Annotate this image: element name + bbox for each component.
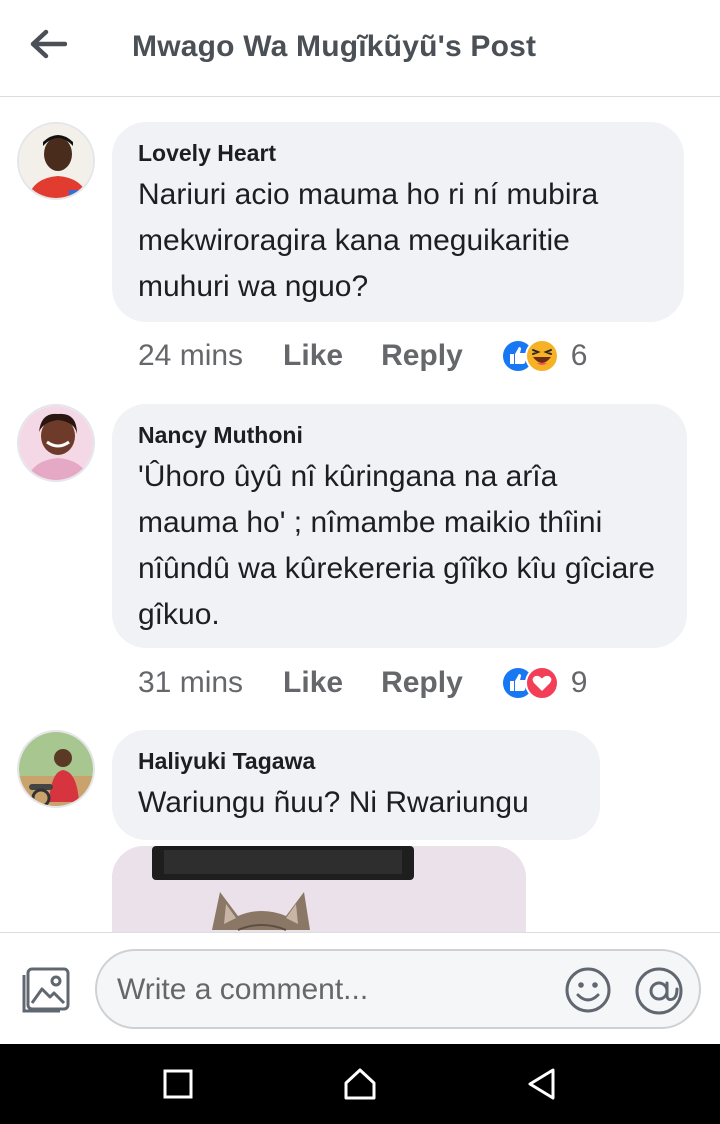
recent-apps-button[interactable] xyxy=(158,1064,198,1104)
recent-apps-icon xyxy=(163,1069,193,1099)
comment-input-placeholder: Write a comment... xyxy=(117,973,369,1006)
reaction-count: 9 xyxy=(570,666,588,699)
avatar[interactable] xyxy=(17,730,95,808)
back-icon xyxy=(528,1068,555,1100)
comment-time[interactable]: 31 mins xyxy=(138,666,243,700)
comment-author[interactable]: Haliyuki Tagawa xyxy=(138,746,572,776)
avatar[interactable] xyxy=(17,122,95,200)
comment-bubble[interactable]: Lovely Heart Nariuri acio mauma ho ri ní… xyxy=(112,122,684,322)
back-button[interactable] xyxy=(26,26,70,62)
system-navigation-bar xyxy=(0,1044,720,1124)
top-bar: Mwago Wa Mugĩkũyũ's Post xyxy=(0,0,720,97)
home-icon xyxy=(344,1068,376,1100)
love-icon xyxy=(524,666,559,700)
system-back-button[interactable] xyxy=(522,1064,562,1104)
comment-actions: 24 mins Like Reply 6 xyxy=(138,336,587,376)
comment-actions: 31 mins Like Reply 9 xyxy=(138,663,587,703)
reaction-summary[interactable]: 6 xyxy=(500,339,588,373)
emoji-button[interactable] xyxy=(563,965,613,1015)
emoji-icon xyxy=(565,967,611,1013)
arrow-left-icon xyxy=(30,29,67,59)
page-title: Mwago Wa Mugĩkũyũ's Post xyxy=(132,30,537,63)
comment-text: 'Ûhoro ûyû nî kûringana na arîa mauma ho… xyxy=(138,460,655,631)
avatar[interactable] xyxy=(17,404,95,482)
reply-button[interactable]: Reply xyxy=(381,339,463,373)
comment-bubble[interactable]: Haliyuki Tagawa Wariungu ñuu? Ni Rwariun… xyxy=(112,730,600,840)
mention-button[interactable] xyxy=(633,965,685,1017)
comment-input[interactable]: Write a comment... xyxy=(95,949,701,1029)
comment-bubble[interactable]: Nancy Muthoni 'Ûhoro ûyû nî kûringana na… xyxy=(112,404,687,648)
reply-button[interactable]: Reply xyxy=(381,666,463,700)
comment-author[interactable]: Nancy Muthoni xyxy=(138,420,659,450)
comment-author[interactable]: Lovely Heart xyxy=(138,138,656,168)
haha-icon xyxy=(524,339,559,373)
like-button[interactable]: Like xyxy=(283,666,343,700)
comment-composer: Write a comment... xyxy=(0,932,720,1044)
home-button[interactable] xyxy=(340,1064,380,1104)
photo-button[interactable] xyxy=(18,965,74,1015)
photo-icon xyxy=(22,967,70,1013)
comments-feed[interactable]: Lovely Heart Nariuri acio mauma ho ri ní… xyxy=(0,98,720,932)
reaction-count: 6 xyxy=(570,339,588,372)
comment-time[interactable]: 24 mins xyxy=(138,339,243,373)
comment-attachment-image[interactable] xyxy=(112,846,526,932)
comment-text: Wariungu ñuu? Ni Rwariungu xyxy=(138,786,529,819)
reaction-summary[interactable]: 9 xyxy=(500,666,588,700)
like-button[interactable]: Like xyxy=(283,339,343,373)
at-icon xyxy=(635,967,683,1015)
comment-text: Nariuri acio mauma ho ri ní mubira mekwi… xyxy=(138,178,599,303)
